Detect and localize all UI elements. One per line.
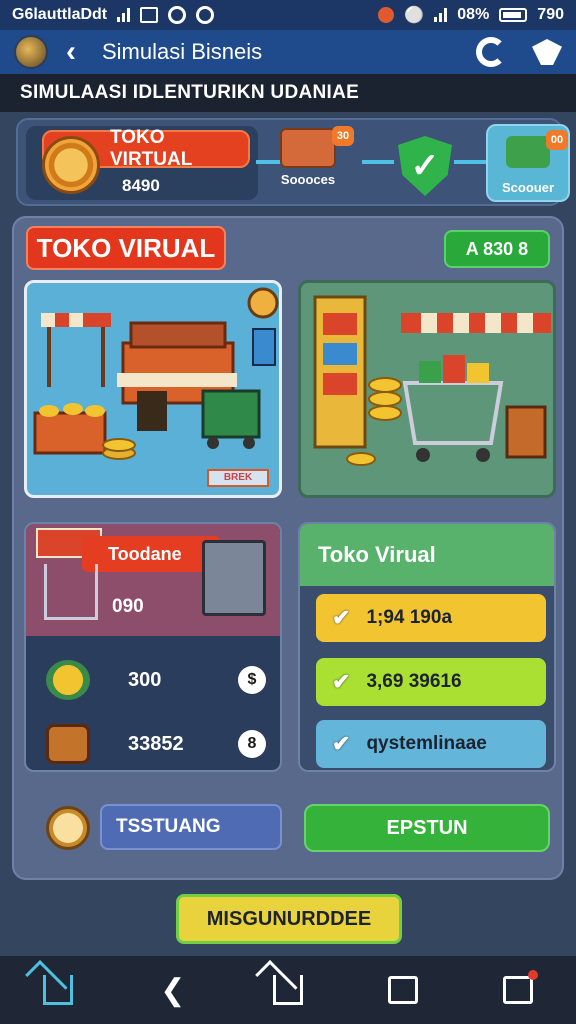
clock-icon <box>46 806 90 850</box>
progress-line <box>454 160 486 164</box>
navigation-bar: ❮ <box>0 956 576 1024</box>
refresh-icon <box>196 6 215 24</box>
scene-tag: BREK <box>207 469 269 487</box>
check-icon: ✔ <box>332 669 351 694</box>
signal-strength-icon <box>434 8 448 22</box>
shop-title: TOKO VIRUAL <box>26 226 226 270</box>
box-icon <box>46 724 90 764</box>
page-banner: SIMULAASI IDLENTURIKN UDANIAE <box>0 74 576 112</box>
stat-row: 33852 8 <box>46 722 266 766</box>
price-badge[interactable]: A 830 8 <box>444 230 550 268</box>
back-icon[interactable]: ❮ <box>143 960 203 1020</box>
recents-icon[interactable] <box>373 960 433 1020</box>
status-left-text: G6lauttlaDdt <box>12 6 108 23</box>
node-3-badge: 00 <box>546 130 568 150</box>
inventory-card: Toodane 090 300 $ 33852 8 <box>24 522 282 772</box>
option-item[interactable]: ✔ 1;94 190a <box>316 594 546 642</box>
node-3-caption: Scoouer <box>501 180 554 195</box>
stat-row: 300 $ <box>46 658 266 702</box>
avatar[interactable] <box>14 35 48 69</box>
stat-value: 33852 <box>128 732 184 755</box>
option-label: qystemlinaae <box>366 733 487 754</box>
coin-icon: 8 <box>238 730 266 758</box>
cart-stall-icon <box>506 136 550 168</box>
market-scene-illustration[interactable] <box>298 280 556 498</box>
progress-line <box>362 160 394 164</box>
bottom-action-button[interactable]: MISGUNURDDEE <box>176 894 402 944</box>
shop-scene-illustration[interactable]: BREK <box>24 280 282 498</box>
option-item[interactable]: ✔ qystemlinaae <box>316 720 546 768</box>
notification-icon[interactable] <box>488 960 548 1020</box>
market-scene-art <box>313 295 551 466</box>
options-card: Toko Virual ✔ 1;94 190a ✔ 3,69 39616 ✔ q… <box>298 522 556 772</box>
home-icon[interactable] <box>28 960 88 1020</box>
option-label: 3,69 39616 <box>366 671 462 692</box>
shop-pill[interactable]: TOKO VIRTUAL 8490 <box>26 126 258 200</box>
inventory-card-header: Toodane 090 <box>26 524 280 636</box>
main-panel: TOKO VIRUAL A 830 8 BREK Toodane 090 300… <box>12 216 564 880</box>
check-icon: ✔ <box>332 605 351 630</box>
node-1-badge: 30 <box>332 126 354 146</box>
primary-button[interactable]: EPSTUN <box>304 804 550 852</box>
status-time: 790 <box>537 6 564 23</box>
register-machine-icon <box>202 540 266 616</box>
shield-check-icon: ✓ <box>398 136 452 196</box>
stat-value: 300 <box>128 668 162 691</box>
inventory-value: 090 <box>112 596 144 617</box>
app-title: Simulasi Bisneis <box>102 39 263 64</box>
google-g-icon[interactable] <box>476 37 506 67</box>
battery-percent: 08% <box>457 6 490 23</box>
notification-dot-icon <box>378 7 395 23</box>
progress-card: TOKO VIRTUAL 8490 Soooces 30 ✓ Scoouer 0… <box>16 118 570 206</box>
sun-clock-icon <box>42 136 100 194</box>
mute-icon: ⚪ <box>404 7 425 24</box>
notification-badge <box>528 970 539 980</box>
home-outline-icon[interactable] <box>258 960 318 1020</box>
cart-icon <box>44 564 98 620</box>
leaf-icon[interactable] <box>532 39 562 65</box>
gallery-icon <box>140 7 159 23</box>
progress-node-1[interactable]: Soooces <box>280 128 336 187</box>
coin-icon: $ <box>238 666 266 694</box>
node-1-caption: Soooces <box>280 172 336 187</box>
register-icon <box>280 128 336 168</box>
options-title: Toko Virual <box>300 524 554 586</box>
sync-icon <box>168 6 187 24</box>
shop-scene-art <box>33 287 279 460</box>
option-label: 1;94 190a <box>366 607 453 628</box>
app-bar: ‹ Simulasi Bisneis <box>0 30 576 74</box>
battery-icon <box>499 8 528 22</box>
money-gear-icon <box>46 660 90 700</box>
inventory-label: Toodane <box>82 536 220 572</box>
shop-pill-value: 8490 <box>122 176 160 195</box>
status-bar: G6lauttlaDdt ⚪ 08% 790 <box>0 0 576 30</box>
secondary-button[interactable]: TSSTUANG <box>100 804 282 850</box>
back-arrow-icon[interactable]: ‹ <box>66 37 76 67</box>
option-item[interactable]: ✔ 3,69 39616 <box>316 658 546 706</box>
signal-icon <box>117 8 131 22</box>
check-icon: ✔ <box>332 731 351 756</box>
